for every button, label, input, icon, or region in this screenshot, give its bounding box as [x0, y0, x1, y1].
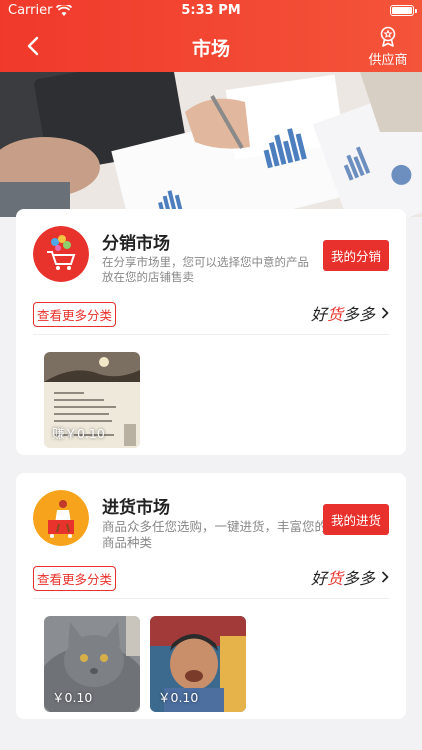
header: Carrier 5:33 PM 市场 供应商 — [0, 0, 422, 72]
divider — [33, 334, 389, 335]
status-bar: Carrier 5:33 PM — [0, 0, 422, 22]
chevron-right-icon — [381, 571, 389, 583]
product-card[interactable]: ￥0.10 — [150, 616, 246, 712]
supplier-button[interactable]: 供应商 — [362, 26, 414, 68]
distribution-title: 分销市场 — [102, 234, 170, 254]
distribution-market-card: 分销市场 在分享市场里，您可以选择您中意的产品放在您的店铺售卖 我的分销 查看更… — [16, 209, 406, 455]
more-categories-button[interactable]: 查看更多分类 — [33, 302, 117, 327]
purchase-market-card: 进货市场 商品众多任您选购，一键进货，丰富您的商品种类 我的进货 查看更多分类 … — [16, 473, 406, 719]
product-price: ￥0.10 — [52, 690, 93, 705]
banner-image[interactable] — [0, 72, 422, 217]
badge-icon — [380, 26, 396, 47]
slogan-text: 好货多多 — [310, 305, 375, 324]
product-price: ￥0.10 — [158, 690, 199, 705]
distribution-logo — [33, 226, 89, 282]
product-price: 赚￥0.10 — [52, 426, 105, 441]
purchase-description: 商品众多任您选购，一键进货，丰富您的商品种类 — [102, 519, 328, 550]
my-distribution-button[interactable]: 我的分销 — [322, 240, 389, 271]
purchase-logo — [33, 490, 89, 546]
my-purchase-button[interactable]: 我的进货 — [322, 504, 389, 535]
supplier-label: 供应商 — [368, 53, 408, 68]
clock: 5:33 PM — [181, 3, 241, 18]
more-categories-button[interactable]: 查看更多分类 — [33, 566, 117, 591]
product-card[interactable]: ￥0.10 — [44, 616, 140, 712]
good-goods-link[interactable]: 好货多多 — [311, 565, 389, 589]
purchase-title: 进货市场 — [102, 498, 170, 518]
slogan-text: 好货多多 — [310, 569, 375, 588]
product-card[interactable]: 赚￥0.10 — [44, 352, 140, 448]
distribution-description: 在分享市场里，您可以选择您中意的产品放在您的店铺售卖 — [102, 255, 309, 284]
chevron-right-icon — [381, 307, 389, 319]
banner-illustration — [0, 72, 422, 217]
page-title: 市场 — [191, 38, 230, 60]
battery-icon — [390, 5, 417, 16]
good-goods-link[interactable]: 好货多多 — [311, 301, 389, 325]
divider — [33, 598, 389, 599]
